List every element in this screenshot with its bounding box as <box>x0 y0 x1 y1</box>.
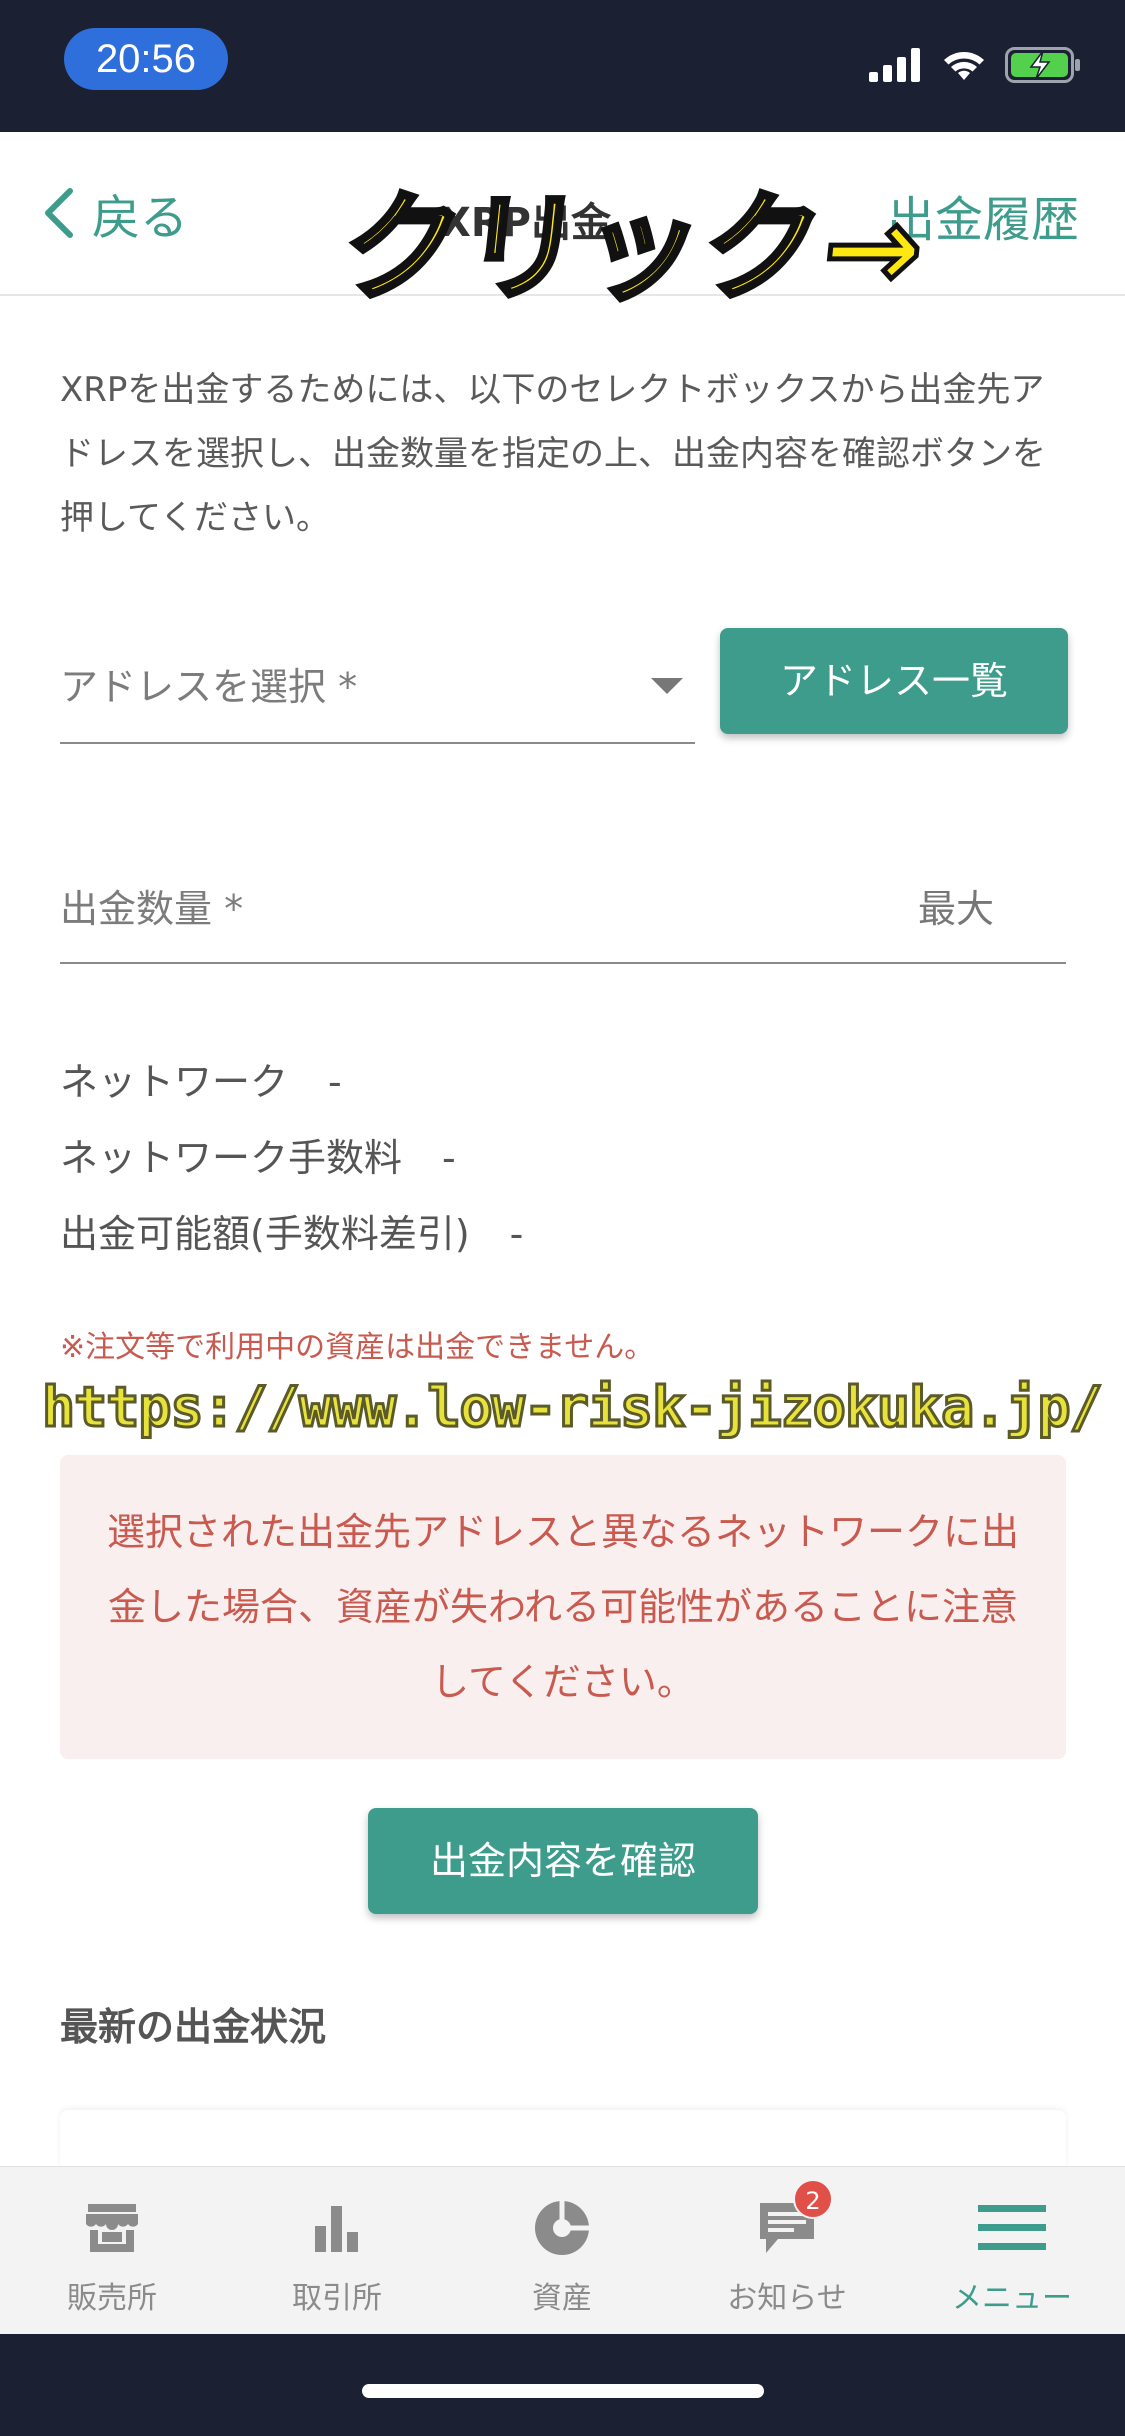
withdraw-status-card <box>60 2110 1066 2170</box>
tab-label: 資産 <box>532 2281 592 2316</box>
tab-label: 取引所 <box>292 2281 382 2316</box>
locked-assets-warning: ※注文等で利用中の資産は出金できません。 <box>60 1330 655 1365</box>
withdraw-amount-label: 出金数量 * <box>60 887 244 931</box>
withdraw-info: ネットワーク - ネットワーク手数料 - 出金可能額(手数料差引) - <box>60 1050 523 1278</box>
tab-menu[interactable]: メニュー <box>912 2197 1112 2317</box>
instruction-text: XRPを出金するためには、以下のセレクトボックスから出金先アドレスを選択し、出金… <box>60 370 1046 538</box>
address-select-label: アドレスを選択 * <box>60 665 358 709</box>
dropdown-caret-icon <box>651 678 683 694</box>
info-label: 出金可能額(手数料差引) <box>60 1212 470 1256</box>
notification-badge: 2 <box>793 2179 833 2219</box>
battery-charging-icon <box>1005 47 1080 83</box>
info-label: ネットワーク <box>60 1060 289 1104</box>
info-value: - <box>509 1212 524 1256</box>
status-icons <box>869 40 1081 90</box>
tab-exchange[interactable]: 取引所 <box>237 2197 437 2317</box>
network-alert-text: 選択された出金先アドレスと異なるネットワークに出金した場合、資産が失われる可能性… <box>106 1510 1019 1704</box>
address-list-button[interactable]: アドレス一覧 <box>720 628 1068 734</box>
chevron-left-icon <box>45 188 73 238</box>
info-row-network: ネットワーク - <box>60 1050 523 1126</box>
signal-icon <box>869 48 920 82</box>
address-select[interactable]: アドレスを選択 * <box>60 636 695 744</box>
overlay-click-annotation: クリック→ <box>334 177 934 320</box>
latest-withdraw-status-title: 最新の出金状況 <box>60 2005 327 2049</box>
info-value: - <box>328 1060 342 1104</box>
bottom-tab-bar: 販売所 取引所 資産 2 お知らせ メニュー <box>0 2166 1125 2334</box>
menu-icon <box>978 2205 1046 2250</box>
status-bar: 20:56 <box>0 0 1125 132</box>
wifi-icon <box>944 52 984 80</box>
tab-label: メニュー <box>952 2281 1072 2316</box>
info-row-network-fee: ネットワーク手数料 - <box>60 1126 523 1202</box>
back-label: 戻る <box>92 190 189 246</box>
info-label: ネットワーク手数料 <box>60 1136 403 1180</box>
home-indicator-area <box>0 2334 1125 2436</box>
info-row-available-amount: 出金可能額(手数料差引) - <box>60 1202 523 1278</box>
store-icon <box>86 2204 138 2252</box>
info-value: - <box>442 1136 456 1180</box>
tab-store[interactable]: 販売所 <box>12 2197 212 2317</box>
overlay-url-watermark: https://www.low-risk-jizokuka.jp/ <box>41 1374 1105 1441</box>
home-indicator[interactable] <box>362 2384 764 2398</box>
back-button[interactable]: 戻る <box>42 178 188 248</box>
confirm-withdraw-button[interactable]: 出金内容を確認 <box>368 1808 758 1914</box>
bar-chart-icon <box>315 2206 358 2252</box>
nav-bar: 戻る XRP出金 出金履歴 クリック→ <box>0 132 1125 320</box>
tab-news[interactable]: 2 お知らせ <box>687 2179 887 2317</box>
max-amount-button[interactable]: 最大 <box>918 878 994 933</box>
network-alert-box: 選択された出金先アドレスと異なるネットワークに出金した場合、資産が失われる可能性… <box>60 1455 1066 1759</box>
tab-label: 販売所 <box>67 2281 157 2316</box>
pie-chart-icon <box>535 2201 589 2255</box>
tab-label: お知らせ <box>727 2281 847 2316</box>
status-time: 20:56 <box>64 28 228 90</box>
withdraw-amount-field[interactable]: 出金数量 * 最大 <box>60 858 1066 964</box>
tab-assets[interactable]: 資産 <box>462 2197 662 2317</box>
